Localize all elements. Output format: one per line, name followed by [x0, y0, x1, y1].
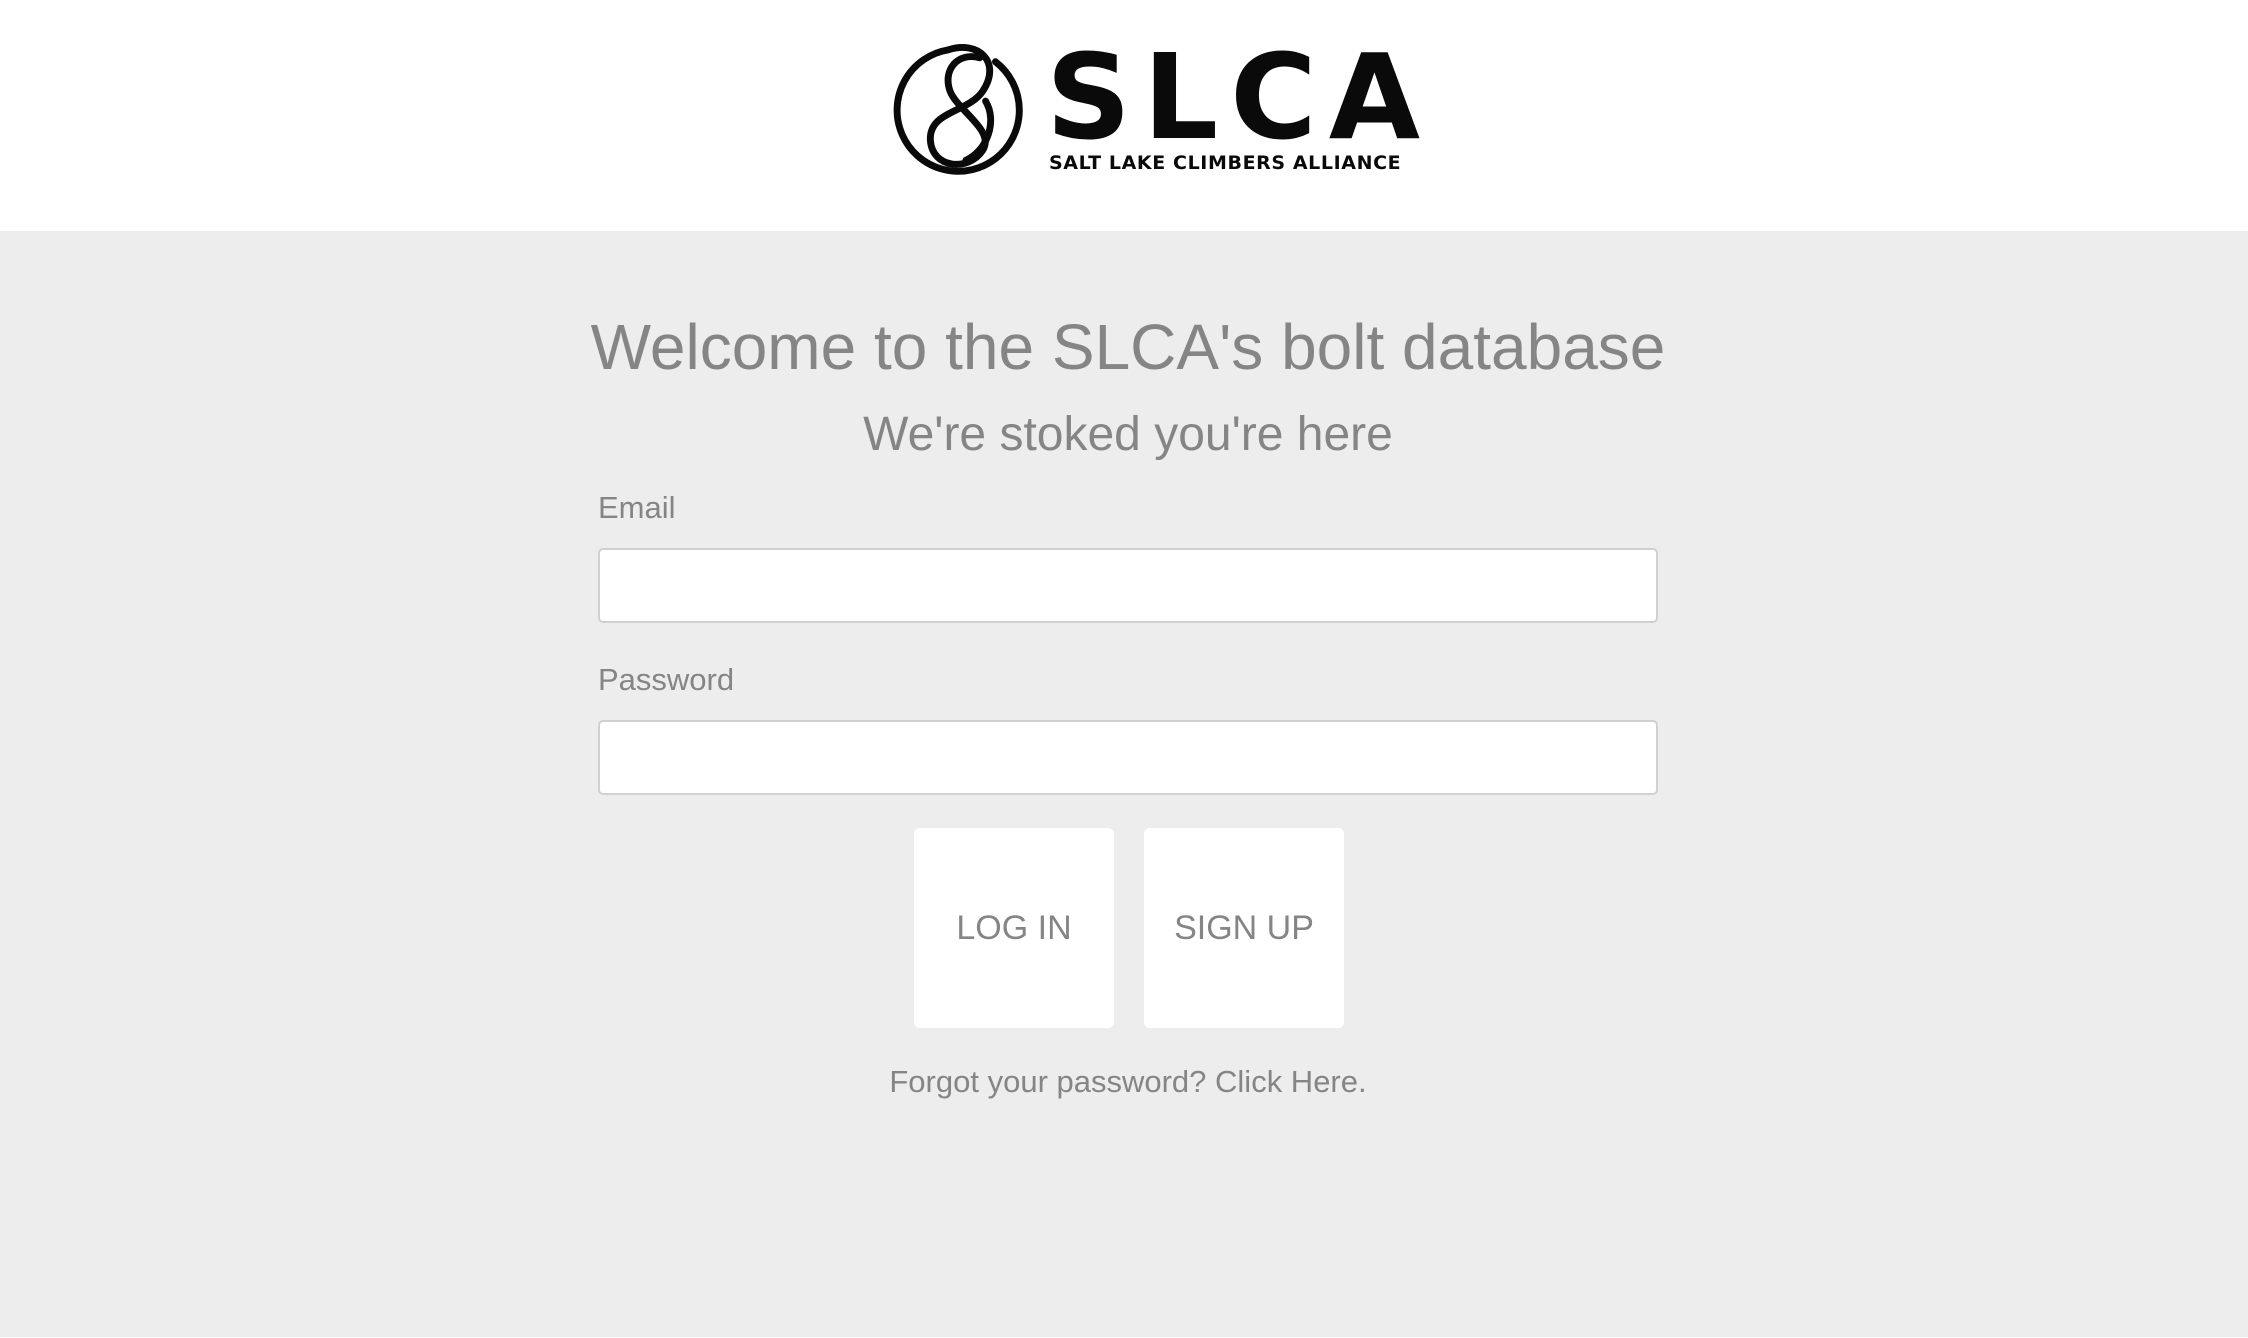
email-label: Email: [598, 490, 676, 525]
page-title: Welcome to the SLCA's bolt database: [590, 311, 1666, 383]
password-field[interactable]: [598, 720, 1658, 795]
site-header: SLCA SALT LAKE CLIMBERS ALLIANCE: [0, 0, 2248, 231]
login-panel: Welcome to the SLCA's bolt database We'r…: [0, 231, 2248, 1338]
forgot-password-link[interactable]: Forgot your password? Click Here.: [0, 1063, 2248, 1100]
email-field[interactable]: [598, 548, 1658, 623]
page-subtitle: We're stoked you're here: [863, 408, 1393, 461]
password-label: Password: [598, 662, 735, 697]
signup-button[interactable]: SIGN UP: [1144, 828, 1344, 1028]
rope-knot-icon: [893, 44, 1023, 175]
logo-tagline: SALT LAKE CLIMBERS ALLIANCE: [1049, 152, 1402, 174]
slca-logo[interactable]: SLCA SALT LAKE CLIMBERS ALLIANCE: [889, 38, 1420, 182]
logo-wordmark: SLCA: [1046, 28, 1433, 166]
login-button[interactable]: LOG IN: [914, 828, 1114, 1028]
